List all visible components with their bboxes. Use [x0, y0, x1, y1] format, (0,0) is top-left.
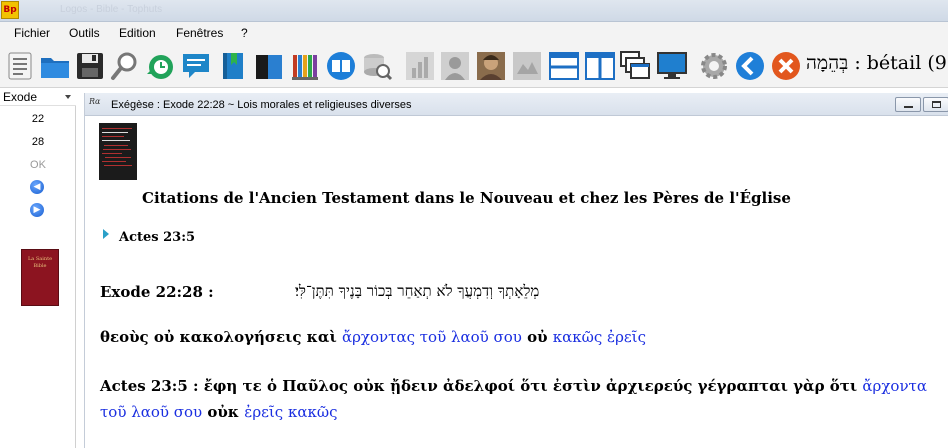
maximize-button[interactable]	[923, 97, 948, 112]
greek-plain-text: θεοὺς οὐ κακολογήσεις καὶ	[100, 328, 342, 346]
reference-link[interactable]: Actes 23:5	[119, 230, 195, 245]
arrow-right-icon: ▶	[33, 205, 41, 215]
previous-verse-button[interactable]: ◀	[30, 180, 44, 194]
gear-icon[interactable]	[698, 50, 730, 82]
chapter-field[interactable]: 22	[0, 113, 76, 125]
next-verse-button[interactable]: ▶	[30, 203, 44, 217]
refresh-clock-icon[interactable]	[144, 50, 176, 82]
toolbar-word-label: בְּהֵמָה : bétail (9	[806, 52, 947, 74]
exegesis-window-title: Exégèse : Exode 22:28 ~ Lois morales et …	[111, 99, 412, 111]
bible-cover-title: La Sainte Bible	[27, 256, 53, 269]
navigation-panel: Exode 22 28 OK ◀ ▶ La Sainte Bible	[0, 88, 76, 448]
arrow-left-icon: ◀	[33, 182, 41, 192]
exegesis-icon: Rα	[89, 97, 101, 106]
exode-reference-label: Exode 22:28 :	[100, 283, 214, 301]
window-title: Logos - Bible - Tophuts	[60, 4, 163, 15]
monitor-icon[interactable]	[656, 50, 688, 82]
list-icon[interactable]	[4, 50, 36, 82]
vertical-split-icon[interactable]	[584, 50, 616, 82]
acts-citation-text: Actes 23:5 : ἔφη τε ὁ Παῦλος οὐκ ᾔδειν ἀ…	[100, 373, 948, 425]
expand-triangle-icon[interactable]	[103, 229, 109, 239]
search-icon[interactable]	[109, 50, 141, 82]
maximize-icon	[932, 101, 941, 108]
menu-fenetres[interactable]: Fenêtres	[176, 26, 223, 40]
bar-chart-icon[interactable]	[404, 50, 436, 82]
back-arrow-icon[interactable]	[734, 50, 766, 82]
source-book-cover[interactable]	[99, 123, 137, 180]
toolbar: בְּהֵמָה : bétail (9	[0, 44, 948, 88]
app-logo-icon[interactable]: Bp	[1, 1, 19, 19]
greek-plain-text: οὐ	[521, 328, 553, 346]
ok-button[interactable]: OK	[0, 159, 76, 171]
book-bookmark-icon[interactable]	[217, 50, 249, 82]
greek-highlight[interactable]: κακῶς ἐρεῖς	[553, 328, 646, 346]
menu-help[interactable]: ?	[241, 26, 248, 40]
comment-icon[interactable]	[180, 50, 212, 82]
exegesis-window-titlebar[interactable]: Rα Exégèse : Exode 22:28 ~ Lois morales …	[85, 93, 948, 116]
bible-cover-image[interactable]: La Sainte Bible	[21, 249, 59, 306]
minimize-icon	[904, 106, 913, 108]
folder-icon[interactable]	[39, 50, 71, 82]
bible-reader-icon[interactable]	[325, 50, 357, 82]
book-select-value: Exode	[3, 90, 38, 104]
menu-bar: Fichier Outils Edition Fenêtres ?	[0, 22, 948, 44]
section-heading: Citations de l'Ancien Testament dans le …	[142, 189, 791, 207]
chevron-down-icon	[65, 95, 71, 99]
acts-highlight[interactable]: ἐρεῖς κακῶς	[244, 403, 337, 421]
horizontal-split-icon[interactable]	[548, 50, 580, 82]
acts-plain-text: οὐκ	[202, 403, 245, 421]
book-select[interactable]: Exode	[0, 88, 76, 106]
hebrew-verse-text: מְלֵאָתְךָ וְדִמְעֲךָ לֹא תְאַחֵר בְּכוֹ…	[295, 282, 540, 300]
greek-verse-text: θεοὺς οὐ κακολογήσεις καὶ ἄρχοντας τοῦ λ…	[100, 328, 646, 346]
save-icon[interactable]	[74, 50, 106, 82]
library-icon[interactable]	[289, 50, 321, 82]
exegesis-content: Citations de l'Ancien Testament dans le …	[85, 116, 948, 448]
menu-fichier[interactable]: Fichier	[14, 26, 50, 40]
portrait-icon[interactable]	[439, 50, 471, 82]
title-bar: Bp Logos - Bible - Tophuts	[0, 0, 948, 22]
exegesis-window: Rα Exégèse : Exode 22:28 ~ Lois morales …	[84, 93, 948, 448]
menu-outils[interactable]: Outils	[69, 26, 100, 40]
verse-field[interactable]: 28	[0, 136, 76, 148]
close-icon[interactable]	[770, 50, 802, 82]
books-icon[interactable]	[253, 50, 285, 82]
greek-highlight[interactable]: ἄρχοντας τοῦ λαοῦ σου	[342, 328, 522, 346]
photo-icon[interactable]	[475, 50, 507, 82]
acts-plain-text: Actes 23:5 : ἔφη τε ὁ Παῦλος οὐκ ᾔδειν ἀ…	[100, 377, 863, 395]
menu-edition[interactable]: Edition	[119, 26, 156, 40]
database-search-icon[interactable]	[361, 50, 393, 82]
cascade-windows-icon[interactable]	[619, 50, 651, 82]
map-icon[interactable]	[511, 50, 543, 82]
minimize-button[interactable]	[895, 97, 921, 112]
